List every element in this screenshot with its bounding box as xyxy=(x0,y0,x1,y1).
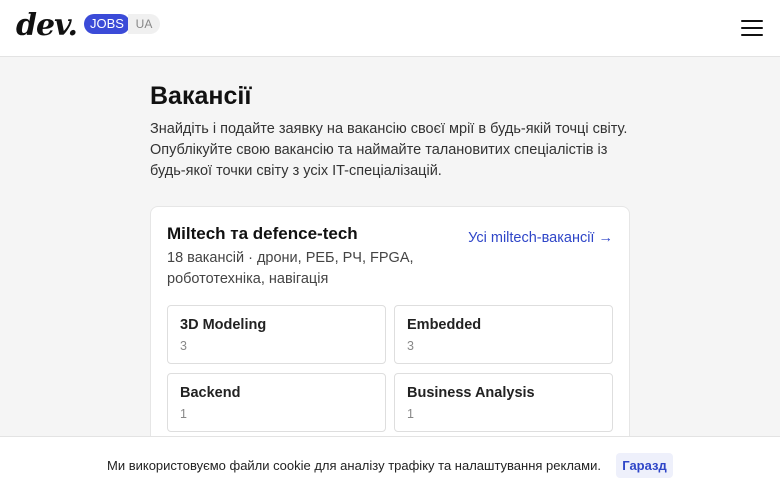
cookie-consent-bar: Ми використовуємо файли cookie для аналі… xyxy=(0,436,780,493)
page-title: Вакансії xyxy=(150,82,252,110)
cookie-accept-button[interactable]: Гаразд xyxy=(616,453,673,478)
dev-logo[interactable]: dev. xyxy=(16,11,90,41)
category-tile-embedded[interactable]: Embedded 3 xyxy=(394,305,613,364)
section-subtitle: 18 вакансій · дрони, РЕБ, РЧ, FPGA, робо… xyxy=(167,250,414,287)
category-count: 3 xyxy=(180,339,187,353)
language-badge[interactable]: UA xyxy=(128,14,160,34)
category-tile-business-analysis[interactable]: Business Analysis 1 xyxy=(394,373,613,432)
category-tile-3d-modeling[interactable]: 3D Modeling 3 xyxy=(167,305,386,364)
category-count: 1 xyxy=(180,407,187,421)
category-name: Embedded xyxy=(407,317,482,333)
category-count: 1 xyxy=(407,407,414,421)
miltech-section-card: Miltech та defence-tech 18 вакансій · др… xyxy=(150,206,630,466)
category-name: Backend xyxy=(180,385,241,401)
jobs-badge[interactable]: JOBS xyxy=(84,14,130,34)
page-intro: Знайдіть і подайте заявку на вакансію св… xyxy=(150,121,628,179)
cookie-message: Ми використовуємо файли cookie для аналі… xyxy=(107,458,601,473)
hamburger-menu-icon[interactable] xyxy=(741,19,763,37)
all-miltech-vacancies-link[interactable]: Усі miltech-вакансії → xyxy=(468,230,613,246)
section-title: Miltech та defence-tech xyxy=(167,224,358,243)
category-name: 3D Modeling xyxy=(180,317,267,333)
top-navigation-bar: dev. JOBS UA xyxy=(0,0,780,57)
category-count: 3 xyxy=(407,339,414,353)
category-tile-backend[interactable]: Backend 1 xyxy=(167,373,386,432)
logo-text: dev. xyxy=(16,8,78,43)
category-name: Business Analysis xyxy=(407,385,535,401)
